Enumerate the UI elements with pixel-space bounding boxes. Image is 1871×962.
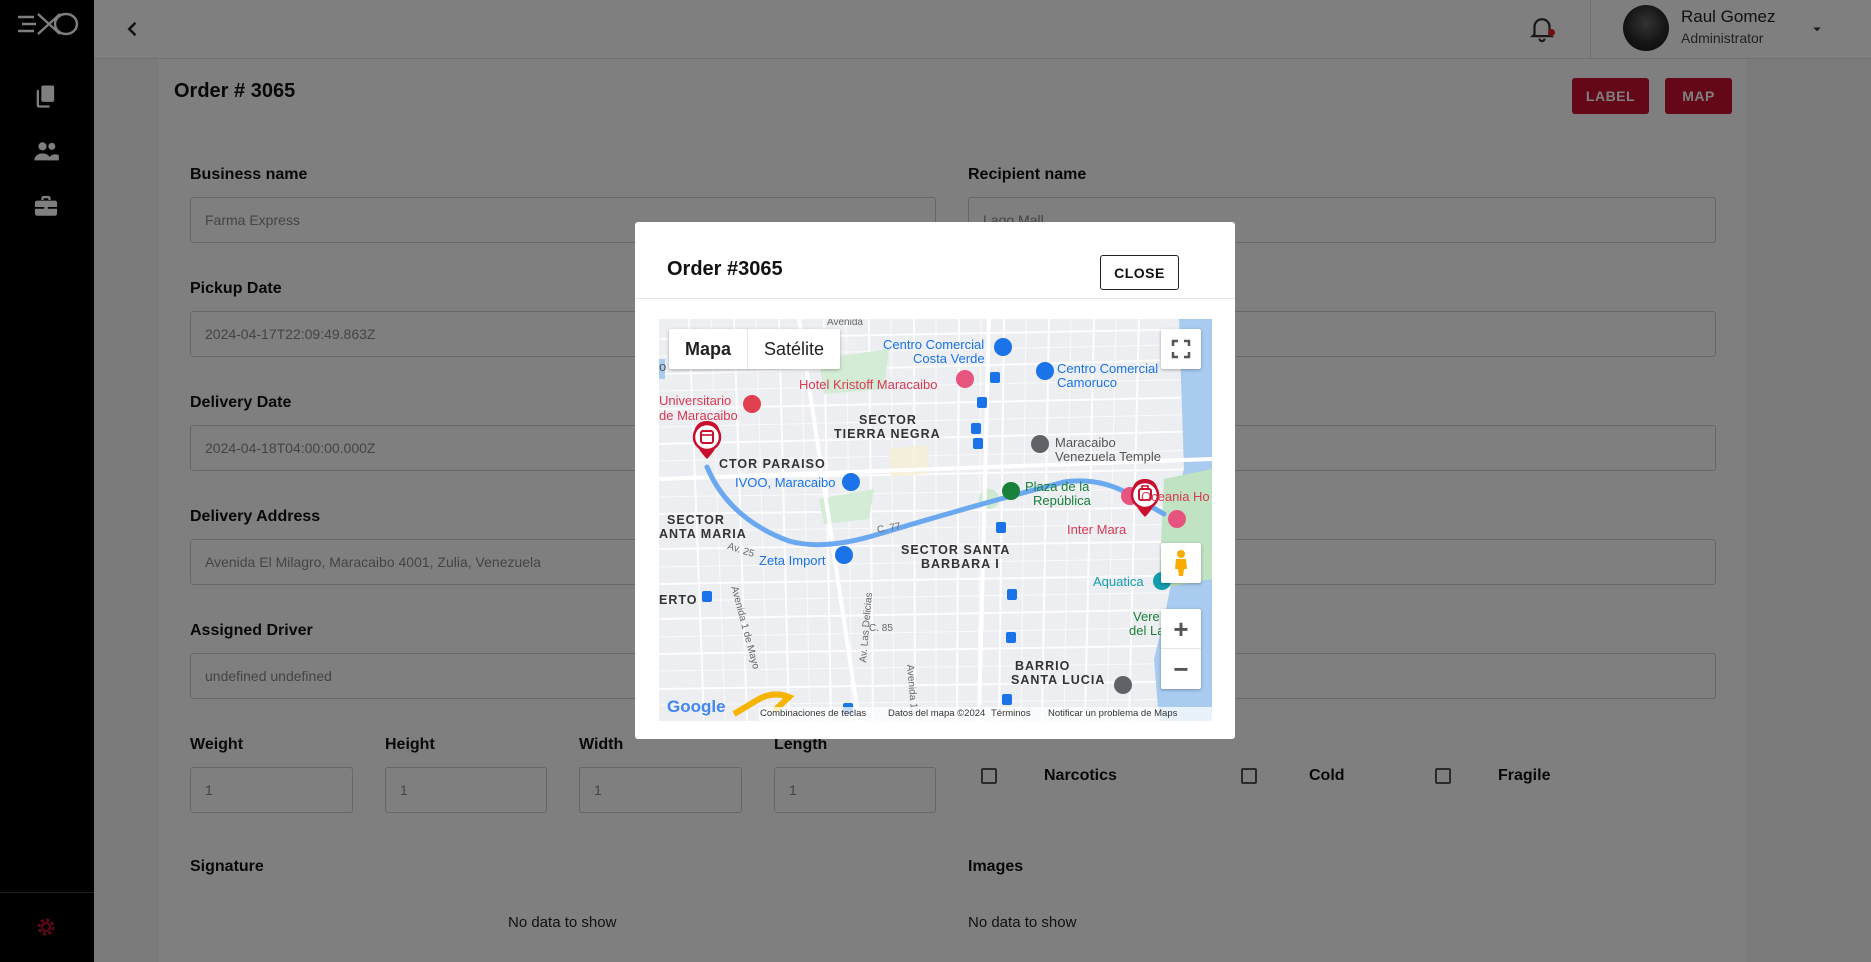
map-label-inter-mara: Inter Mara xyxy=(1067,522,1127,537)
map-type-satellite-button[interactable]: Satélite xyxy=(748,329,840,369)
map-label-santa-maria: ANTA MARIA xyxy=(659,527,747,541)
map-type-control: Mapa Satélite xyxy=(669,329,841,369)
map-label-costa-verde: Costa Verde xyxy=(913,351,985,366)
map-label-hotel-kristoff: Hotel Kristoff Maracaibo xyxy=(799,377,938,392)
map-label-plaza-de-la: Plaza de la xyxy=(1025,479,1090,494)
map-label-oceania: Oceania Ho xyxy=(1141,489,1210,504)
map-label-tierra-negra: TIERRA NEGRA xyxy=(834,427,941,441)
map-label-sector-1: SECTOR xyxy=(859,413,917,427)
map-label-republica: República xyxy=(1033,493,1091,508)
map-label-sector-paraiso: CTOR PARAISO xyxy=(719,457,826,471)
map-label-edge-o: o xyxy=(659,359,667,374)
map-label-c85: C. 85 xyxy=(869,623,893,634)
map-label-cc-camoruco: Centro Comercial xyxy=(1057,361,1159,376)
map-label-sector-2: SECTOR xyxy=(667,513,725,527)
route-map[interactable]: Avenida Centro Comercial Costa Verde Cen… xyxy=(659,319,1212,721)
map-label-barrio: BARRIO xyxy=(1015,659,1071,673)
map-label-cc-costa-verde: Centro Comercial xyxy=(883,337,985,352)
zoom-out-button[interactable]: − xyxy=(1161,649,1201,689)
map-label-universitario: Universitario xyxy=(659,393,732,408)
terms-link[interactable]: Términos xyxy=(991,708,1031,719)
map-label-barbara: BARBARA I xyxy=(921,557,1000,571)
map-modal: Order #3065 CLOSE Avenida Centro Comerci… xyxy=(635,222,1235,739)
map-label-zeta-import: Zeta Import xyxy=(759,553,826,568)
google-logo[interactable]: Google xyxy=(667,697,726,717)
map-label-de-maracaibo: de Maracaibo xyxy=(659,408,738,423)
map-label-avenida: Avenida xyxy=(827,319,863,328)
map-label-erto: ERTO xyxy=(659,593,698,607)
fullscreen-icon xyxy=(1171,339,1191,359)
zoom-control: + − xyxy=(1161,609,1201,689)
google-logo-text: Google xyxy=(667,697,726,716)
close-button[interactable]: CLOSE xyxy=(1100,255,1179,290)
map-label-ivoo: IVOO, Maracaibo xyxy=(735,475,836,490)
map-label-santa-lucia: SANTA LUCIA xyxy=(1011,673,1106,687)
map-type-map-button[interactable]: Mapa xyxy=(669,329,749,369)
map-label-vere: Vere xyxy=(1133,609,1160,624)
modal-title: Order #3065 xyxy=(667,258,783,280)
map-footer: Combinaciones de teclas Datos del mapa ©… xyxy=(759,707,1212,721)
map-label-aquatica: Aquatica xyxy=(1093,574,1144,589)
map-label-camoruco: Camoruco xyxy=(1057,375,1117,390)
map-label-venezuela-temple: Venezuela Temple xyxy=(1055,449,1162,464)
fullscreen-button[interactable] xyxy=(1161,329,1201,369)
map-label-del-la: del La xyxy=(1129,623,1165,638)
map-label-maracaibo: Maracaibo xyxy=(1055,435,1116,450)
keyboard-shortcuts-link[interactable]: Combinaciones de teclas xyxy=(760,708,866,719)
report-problem-link[interactable]: Notificar un problema de Maps xyxy=(1048,708,1177,719)
street-view-pegman-button[interactable] xyxy=(1161,543,1201,583)
map-data-text: Datos del mapa ©2024 xyxy=(888,708,986,719)
map-label-sector-santa: SECTOR SANTA xyxy=(901,543,1011,557)
pegman-icon xyxy=(1175,550,1187,576)
modal-divider xyxy=(635,298,1235,299)
zoom-in-button[interactable]: + xyxy=(1161,609,1201,649)
